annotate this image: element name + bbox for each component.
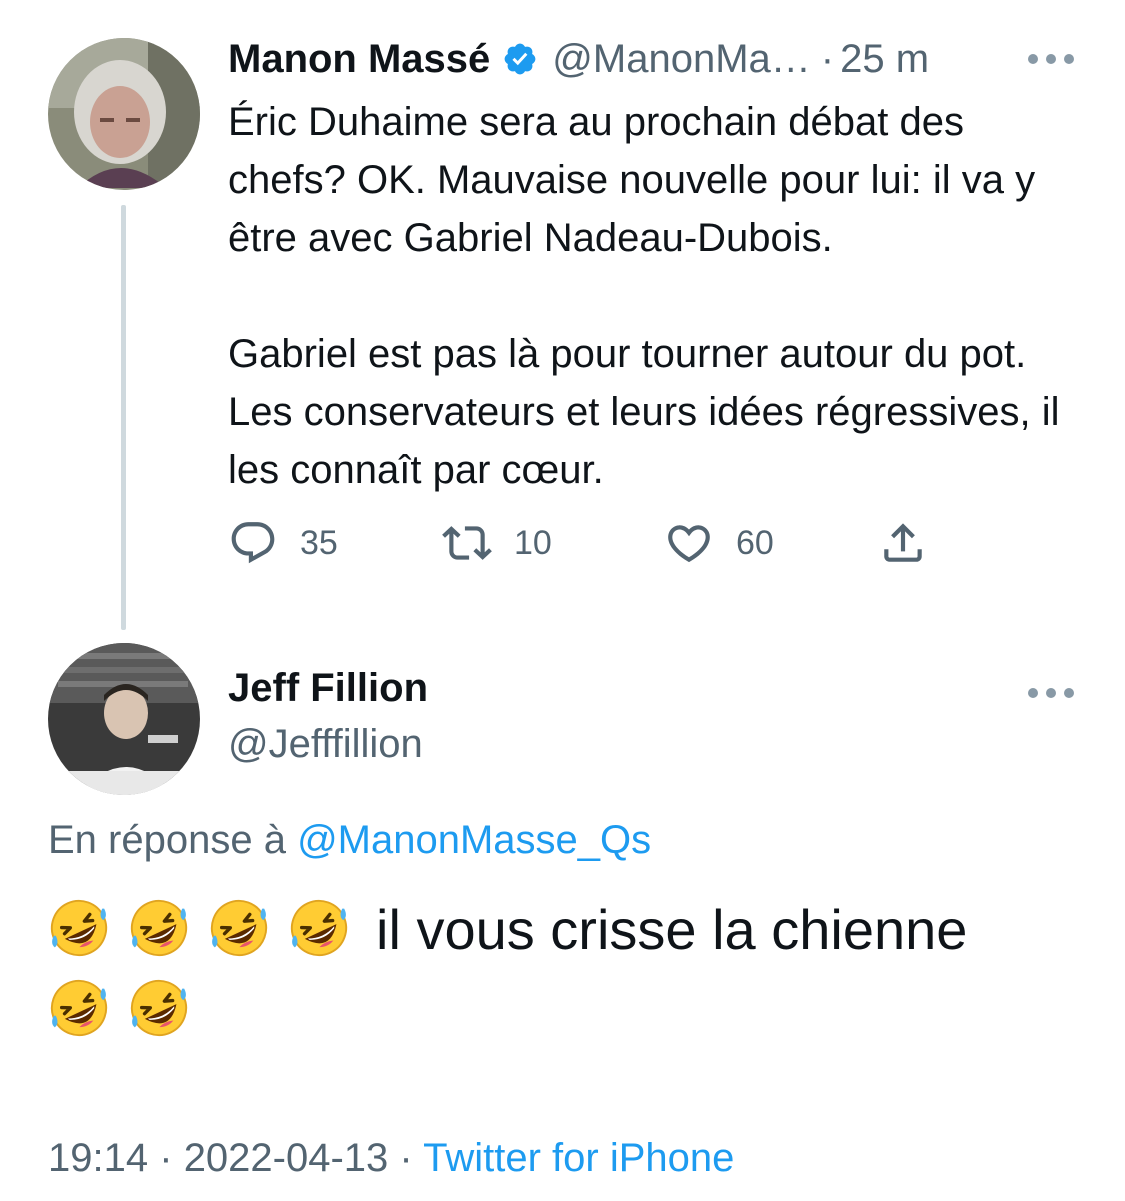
retweet-icon [442, 518, 492, 568]
tweet-time[interactable]: 25 m [840, 37, 929, 82]
more-options-icon[interactable] [1028, 686, 1074, 700]
heart-icon [664, 518, 714, 568]
like-button[interactable]: 60 [664, 515, 774, 571]
more-options-icon[interactable] [1028, 52, 1074, 66]
emoji-group-before [48, 898, 368, 961]
tweet-meta: 19:14 · 2022-04-13 · Twitter for iPhone [48, 1136, 734, 1181]
reply-text-content: il vous crisse la chienne [376, 898, 968, 961]
tweet-source-link[interactable]: Twitter for iPhone [423, 1136, 734, 1180]
tweet-text: Éric Duhaime sera au prochain débat des … [228, 100, 1060, 492]
retweet-count: 10 [514, 523, 552, 562]
tweet-header: Manon Massé @ManonMa… · 25 m [228, 33, 929, 85]
verified-badge-icon [502, 41, 538, 77]
reply-text: il vous crisse la chienne [48, 890, 1088, 1050]
tweet-timestamp[interactable]: 19:14 [48, 1136, 148, 1180]
thread-connector-line [121, 205, 126, 630]
replying-to-line: En réponse à @ManonMasse_Qs [48, 818, 651, 863]
reply-count: 35 [300, 523, 338, 562]
retweet-button[interactable]: 10 [442, 515, 552, 571]
tweet-date[interactable]: 2022-04-13 [184, 1136, 389, 1180]
reply-bubble-icon [228, 518, 278, 568]
tweet-actions: 35 10 60 [228, 515, 948, 571]
separator-dot: · [159, 1136, 173, 1180]
rolling-laughing-emoji-icon [128, 897, 190, 959]
replying-to-mention[interactable]: @ManonMasse_Qs [297, 818, 651, 862]
reply-author-name[interactable]: Jeff Fillion [228, 666, 428, 711]
separator-dot: · [820, 36, 835, 81]
replying-to-label: En réponse à [48, 818, 286, 862]
rolling-laughing-emoji-icon [48, 897, 110, 959]
share-button[interactable] [878, 515, 928, 571]
reply-button[interactable]: 35 [228, 515, 338, 571]
reply-author-handle[interactable]: @Jefffillion [228, 722, 423, 767]
avatar[interactable] [48, 38, 200, 190]
rolling-laughing-emoji-icon [128, 977, 190, 1039]
rolling-laughing-emoji-icon [48, 977, 110, 1039]
separator-dot: · [399, 1136, 413, 1180]
emoji-group-after [48, 978, 208, 1041]
avatar[interactable] [48, 643, 200, 795]
like-count: 60 [736, 523, 774, 562]
author-name[interactable]: Manon Massé [228, 37, 490, 82]
rolling-laughing-emoji-icon [208, 897, 270, 959]
share-icon [878, 518, 928, 568]
author-handle[interactable]: @ManonMa… [552, 37, 810, 82]
rolling-laughing-emoji-icon [288, 897, 350, 959]
